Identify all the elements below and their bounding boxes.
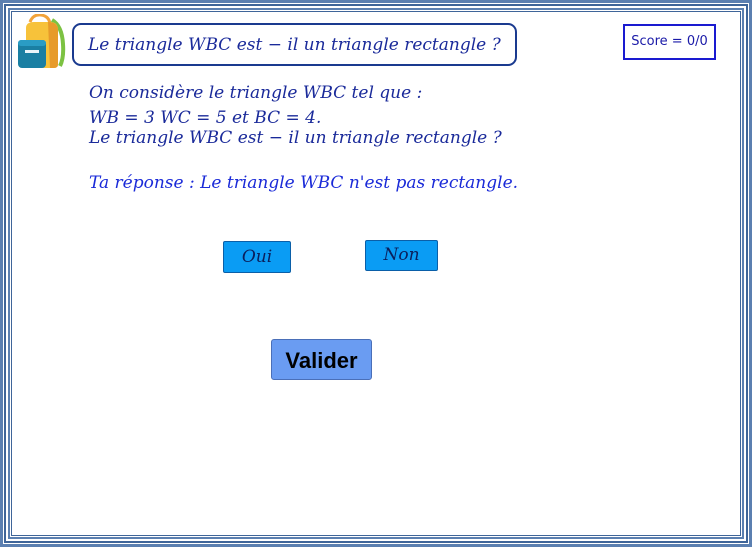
statement-line-1: On considère le triangle WBC tel que :	[89, 83, 423, 103]
backpack-icon	[18, 14, 66, 68]
score-display: Score = 0/0	[623, 24, 716, 60]
answer-text: Ta réponse : Le triangle WBC n'est pas r…	[89, 173, 519, 193]
page-title: Le triangle WBC est − il un triangle rec…	[72, 23, 517, 66]
statement-line-3: Le triangle WBC est − il un triangle rec…	[89, 128, 502, 148]
oui-button[interactable]: Oui	[223, 241, 291, 273]
non-button[interactable]: Non	[365, 240, 438, 271]
statement-line-2: WB = 3 WC = 5 et BC = 4.	[89, 108, 322, 128]
validate-button[interactable]: Valider	[271, 339, 372, 380]
